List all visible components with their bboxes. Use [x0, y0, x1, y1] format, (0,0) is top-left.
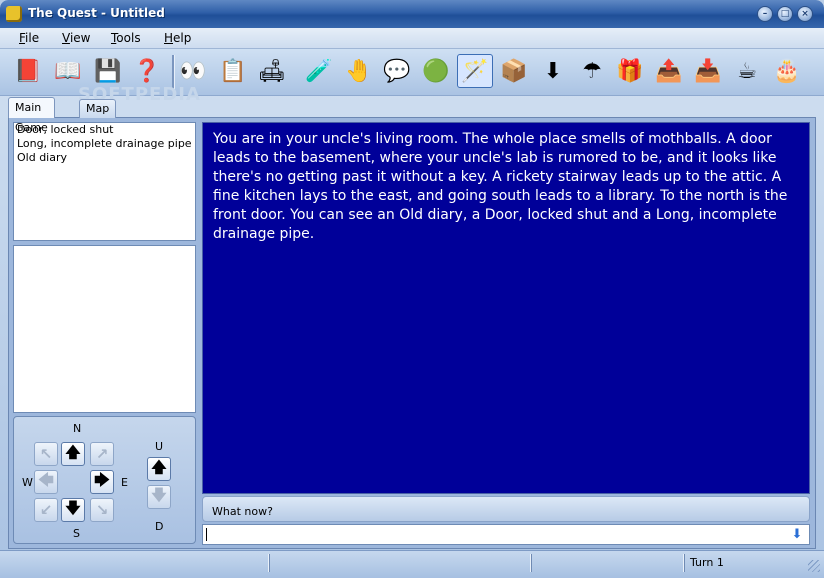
drop-down-icon[interactable]: ⬇ — [537, 55, 569, 87]
turn-counter: Turn 1 — [690, 556, 724, 569]
minimize-button[interactable]: – — [757, 6, 773, 22]
close-container-icon[interactable]: 📥 — [692, 55, 724, 87]
status-bar: Turn 1 — [0, 550, 824, 578]
maximize-button[interactable]: □ — [777, 6, 793, 22]
window-title: The Quest - Untitled — [28, 6, 165, 20]
save-disk-icon[interactable]: 💾 — [92, 55, 124, 87]
compass-label-south: S — [73, 527, 80, 540]
give-cube-icon[interactable]: 📦 — [498, 55, 530, 87]
places-list[interactable] — [13, 245, 196, 413]
main-window: The Quest - Untitled – □ × File View Too… — [0, 0, 824, 578]
menu-bar: File View Tools Help — [0, 28, 824, 49]
umbrella-icon[interactable]: ☂ — [576, 55, 608, 87]
enter-arrow-icon[interactable]: ⬇ — [789, 527, 805, 542]
compass-label-east: E — [121, 476, 128, 489]
south-button[interactable]: 🡇 — [61, 498, 85, 522]
compass-panel: N W E S U D ↖ 🡅 ↗ 🡄 🡆 ↙ 🡇 ↘ 🡅 🡇 — [13, 416, 196, 544]
resize-grip-icon[interactable] — [808, 560, 820, 572]
status-divider — [684, 554, 685, 572]
west-button[interactable]: 🡄 — [34, 470, 58, 494]
room-furniture-icon[interactable]: 🛋 — [256, 55, 288, 87]
down-button[interactable]: 🡇 — [147, 485, 171, 509]
list-item[interactable]: Long, incomplete drainage pipe — [14, 137, 195, 151]
compass-label-up: U — [155, 440, 164, 453]
command-input[interactable] — [205, 526, 785, 543]
open-container-icon[interactable]: 📤 — [653, 55, 685, 87]
compass-label-north: N — [73, 422, 82, 435]
open-book-icon[interactable]: 📖 — [52, 55, 84, 87]
text-cursor — [206, 528, 207, 541]
east-button[interactable]: 🡆 — [90, 470, 114, 494]
up-button[interactable]: 🡅 — [147, 457, 171, 481]
speech-bubble-icon[interactable]: 💬 — [381, 55, 413, 87]
tab-main-game[interactable]: Main Game — [8, 97, 55, 134]
cake-icon[interactable]: 🎂 — [771, 55, 803, 87]
status-divider — [269, 554, 270, 572]
menu-help[interactable]: Help — [164, 31, 191, 45]
objects-list[interactable]: Door, locked shut Long, incomplete drain… — [13, 122, 196, 241]
checklist-icon[interactable]: 📋 — [217, 55, 249, 87]
close-icon: × — [801, 9, 809, 19]
southwest-button[interactable]: ↙ — [34, 498, 58, 522]
red-book-icon[interactable]: 📕 — [12, 55, 44, 87]
eyes-look-icon[interactable]: 👀 — [177, 55, 209, 87]
list-item[interactable]: Old diary — [14, 151, 195, 165]
push-bottle-icon[interactable]: 🧪 — [303, 55, 335, 87]
prompt-label: What now? — [212, 505, 273, 518]
northeast-button[interactable]: ↗ — [90, 442, 114, 466]
prompt-bar: What now? — [202, 496, 810, 522]
menu-view[interactable]: View — [62, 31, 90, 45]
room-description: You are in your uncle's living room. The… — [202, 122, 810, 494]
compass-label-down: D — [155, 520, 164, 533]
menu-file[interactable]: File — [19, 31, 39, 45]
teacup-icon[interactable]: ☕ — [731, 55, 763, 87]
northwest-button[interactable]: ↖ — [34, 442, 58, 466]
title-bar[interactable]: The Quest - Untitled – □ × — [0, 0, 824, 28]
use-wand-icon[interactable]: 🪄 — [457, 54, 493, 88]
green-ball-icon[interactable]: 🟢 — [420, 55, 452, 87]
close-button[interactable]: × — [797, 6, 813, 22]
app-icon[interactable] — [6, 6, 22, 22]
southeast-button[interactable]: ↘ — [90, 498, 114, 522]
minimize-icon: – — [762, 9, 768, 19]
help-question-icon[interactable]: ❓ — [131, 55, 163, 87]
north-button[interactable]: 🡅 — [61, 442, 85, 466]
gift-box-icon[interactable]: 🎁 — [614, 55, 646, 87]
command-field[interactable]: ⬇ — [202, 524, 810, 545]
tab-map[interactable]: Map — [79, 99, 117, 118]
status-divider — [531, 554, 532, 572]
red-hand-icon[interactable]: 🤚 — [343, 55, 375, 87]
maximize-icon: □ — [780, 9, 790, 19]
compass-label-west: W — [22, 476, 33, 489]
menu-tools[interactable]: Tools — [111, 31, 141, 45]
